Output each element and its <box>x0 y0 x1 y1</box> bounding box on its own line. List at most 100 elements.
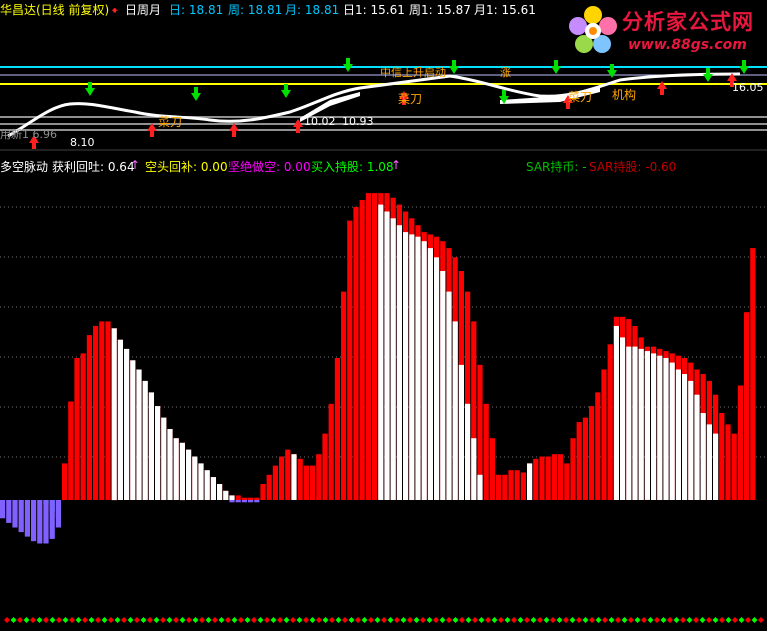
signal-mark <box>355 617 361 623</box>
signal-mark <box>504 617 511 623</box>
signal-mark <box>134 617 140 623</box>
signal-mark <box>556 617 563 623</box>
signal-mark <box>329 617 335 623</box>
signal-mark <box>628 617 634 623</box>
signal-mark <box>394 617 400 623</box>
indicator-bar <box>638 348 644 500</box>
signal-mark <box>277 617 283 623</box>
indicator-bar <box>74 358 80 500</box>
indicator-bar <box>725 424 731 500</box>
signal-mark <box>114 617 121 623</box>
indicator-bar <box>229 495 235 500</box>
indicator-bar <box>241 500 247 503</box>
indicator-bar <box>229 500 235 503</box>
indicator-bar <box>285 449 291 500</box>
indicator-bar <box>595 392 601 500</box>
indicator-bar <box>161 417 167 500</box>
signal-mark <box>602 617 608 623</box>
signal-mark <box>550 617 556 623</box>
indicator-bar <box>347 220 353 500</box>
signal-mark <box>205 617 212 623</box>
indicator-bar <box>452 321 458 500</box>
signal-mark <box>641 617 647 623</box>
signal-mark <box>719 617 725 623</box>
signal-mark <box>478 617 485 623</box>
indicator-panel <box>0 193 767 623</box>
signal-mark <box>524 617 530 623</box>
signal-mark <box>621 617 628 623</box>
indicator-bar <box>68 401 74 500</box>
indicator-bar <box>130 360 136 500</box>
indicator-bar <box>248 500 254 503</box>
indicator-bar <box>148 392 154 500</box>
indicator-bar <box>632 346 638 500</box>
signal-mark <box>400 617 407 623</box>
indicator-bar <box>0 500 6 519</box>
signal-mark <box>667 617 673 623</box>
signal-mark <box>82 617 88 623</box>
indicator-bar <box>446 291 452 500</box>
indicator-bar <box>737 385 743 500</box>
signal-mark <box>179 617 186 623</box>
signal-mark <box>199 617 205 623</box>
indicator-bar <box>669 362 675 500</box>
indicator-bar <box>310 465 316 500</box>
indicator-bar <box>582 417 588 500</box>
signal-mark <box>498 617 504 623</box>
indicator-bar <box>613 326 619 500</box>
indicator-bar <box>396 225 402 500</box>
signal-mark <box>654 617 660 623</box>
signal-mark <box>686 617 693 623</box>
chart-window: 菜刀 菜刀 菜刀 机构 8.10 10.93 16.05 10.02 用新1 6… <box>0 0 767 631</box>
indicator-bar <box>248 497 254 500</box>
signal-mark <box>290 617 296 623</box>
indicator-bar <box>303 465 309 500</box>
indicator-bar <box>545 456 551 500</box>
signal-mark <box>23 617 30 623</box>
signal-mark <box>491 617 498 623</box>
signal-mark <box>296 617 303 623</box>
indicator-bar <box>415 236 421 500</box>
indicator-bar <box>18 500 24 533</box>
signal-mark <box>348 617 355 623</box>
signal-mark <box>43 617 49 623</box>
indicator-bar <box>663 358 669 500</box>
indicator-bar <box>334 358 340 500</box>
indicator-bar <box>12 500 18 528</box>
signal-mark <box>647 617 654 623</box>
signal-mark <box>706 617 712 623</box>
indicator-bar <box>465 403 471 500</box>
indicator-bar <box>384 211 390 500</box>
indicator-bar <box>651 353 657 500</box>
signal-mark <box>595 617 602 623</box>
signal-mark <box>264 617 270 623</box>
indicator-bar <box>359 200 365 500</box>
indicator-bar <box>483 403 489 500</box>
signal-mark <box>316 617 322 623</box>
indicator-bar <box>403 232 409 500</box>
indicator-bar <box>49 500 55 539</box>
indicator-bar <box>601 369 607 500</box>
signal-mark <box>725 617 732 623</box>
indicator-bar <box>272 465 278 500</box>
indicator-bar <box>713 433 719 500</box>
indicator-bar <box>24 500 30 537</box>
indicator-bar <box>675 369 681 500</box>
signal-mark <box>439 617 446 623</box>
signal-mark <box>374 617 381 623</box>
indicator-bar <box>688 380 694 500</box>
indicator-bar <box>6 500 12 523</box>
signal-mark <box>251 617 257 623</box>
indicator-bar <box>508 470 514 500</box>
indicator-bar <box>223 490 229 500</box>
signal-mark <box>101 617 108 623</box>
indicator-bar <box>564 463 570 500</box>
indicator-bar <box>80 353 86 500</box>
signal-mark <box>660 617 667 623</box>
indicator-bar <box>31 500 37 542</box>
signal-mark <box>244 617 251 623</box>
signal-mark <box>699 617 706 623</box>
indicator-bar <box>99 321 105 500</box>
signal-mark <box>413 617 420 623</box>
indicator-bar <box>198 463 204 500</box>
